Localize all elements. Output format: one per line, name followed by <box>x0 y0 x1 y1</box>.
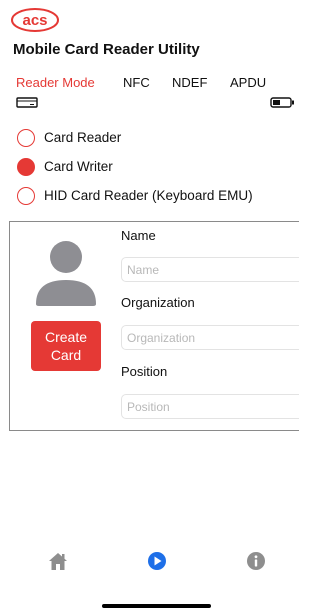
acs-logo: acs <box>11 8 59 32</box>
card-writer-panel: Create Card Name Organization Position <box>9 221 299 431</box>
organization-input[interactable] <box>121 325 299 350</box>
home-icon[interactable] <box>47 550 69 572</box>
position-input[interactable] <box>121 394 299 419</box>
radio-card-writer[interactable] <box>17 158 35 176</box>
bottom-nav <box>0 550 297 576</box>
info-icon[interactable] <box>245 550 267 572</box>
create-card-button[interactable]: Create Card <box>31 321 101 371</box>
logo-text: acs <box>22 12 47 29</box>
app-title: Mobile Card Reader Utility <box>13 41 200 58</box>
mode-options: Card Reader Card Writer HID Card Reader … <box>17 127 287 214</box>
option-card-writer-label: Card Writer <box>44 159 113 174</box>
tab-apdu[interactable]: APDU <box>230 75 266 90</box>
home-indicator <box>102 604 211 608</box>
radio-card-reader[interactable] <box>17 129 35 147</box>
option-card-reader[interactable]: Card Reader <box>17 127 287 156</box>
option-hid-card-reader-label: HID Card Reader (Keyboard EMU) <box>44 188 253 203</box>
radio-hid-card-reader[interactable] <box>17 187 35 205</box>
mode-tabs: Reader Mode NFC NDEF APDU <box>0 75 297 93</box>
name-input[interactable] <box>121 257 299 282</box>
tab-ndef[interactable]: NDEF <box>172 75 207 90</box>
tab-nfc[interactable]: NFC <box>123 75 150 90</box>
tab-reader-mode[interactable]: Reader Mode <box>16 75 95 90</box>
option-card-reader-label: Card Reader <box>44 130 122 145</box>
name-label: Name <box>121 228 156 243</box>
person-icon <box>36 241 96 306</box>
option-hid-card-reader[interactable]: HID Card Reader (Keyboard EMU) <box>17 185 287 214</box>
play-circle-icon[interactable] <box>146 550 168 572</box>
option-card-writer[interactable]: Card Writer <box>17 156 287 185</box>
battery-icon <box>270 97 294 108</box>
card-reader-icon <box>16 97 38 108</box>
organization-label: Organization <box>121 295 195 310</box>
position-label: Position <box>121 364 168 379</box>
